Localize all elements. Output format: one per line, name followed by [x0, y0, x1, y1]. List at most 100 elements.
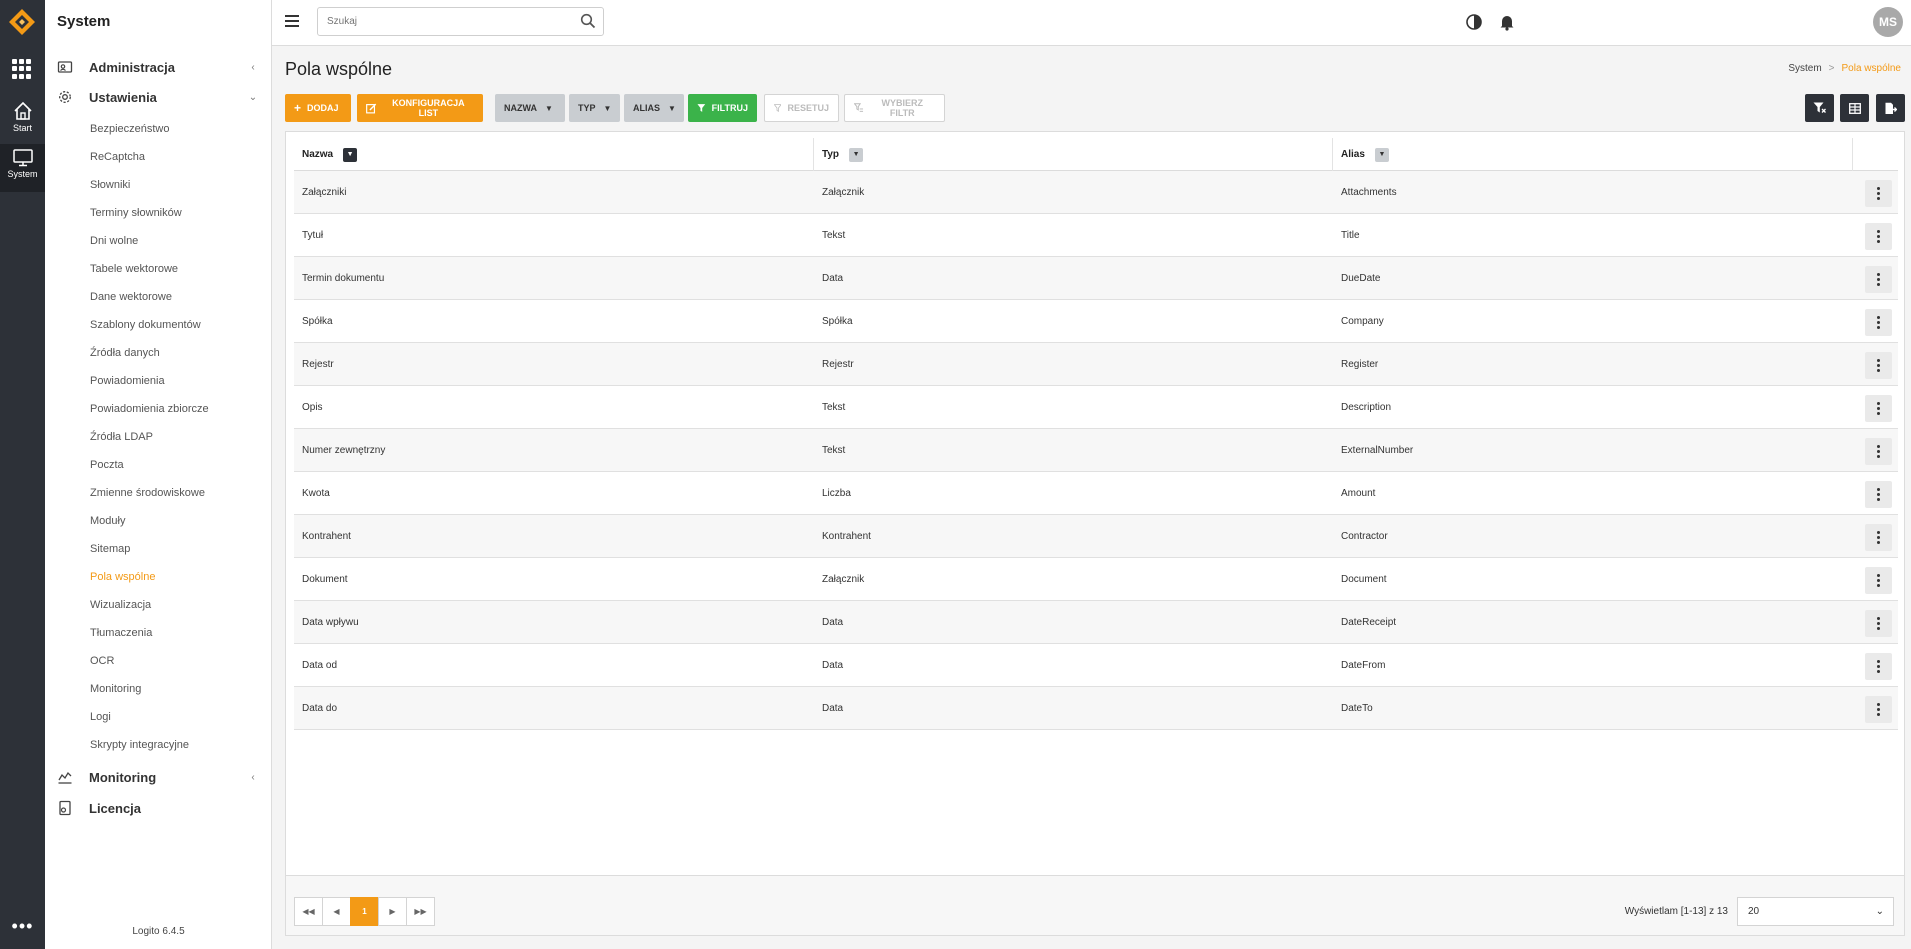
add-button[interactable]: + DODAJ	[285, 94, 351, 122]
row-actions-button[interactable]	[1865, 309, 1892, 336]
row-actions-button[interactable]	[1865, 567, 1892, 594]
sidebar-group-label: Administracja	[89, 59, 175, 75]
row-actions-button[interactable]	[1865, 180, 1892, 207]
user-avatar[interactable]: MS	[1873, 7, 1903, 37]
sidebar-item-tabele-wektorowe[interactable]: Tabele wektorowe	[45, 255, 272, 283]
filter-button-label: FILTRUJ	[711, 103, 748, 113]
sidebar-item-dane-wektorowe[interactable]: Dane wektorowe	[45, 283, 272, 311]
search-input[interactable]	[318, 8, 568, 35]
sidebar-item-pola-wspolne[interactable]: Pola wspólne	[45, 563, 272, 591]
row-actions-button[interactable]	[1865, 395, 1892, 422]
sidebar-item-powiadomienia-zbiorcze[interactable]: Powiadomienia zbiorcze	[45, 395, 272, 423]
page-button-current[interactable]: 1	[350, 897, 379, 926]
filter-button[interactable]: FILTRUJ	[688, 94, 757, 122]
hamburger-menu-icon[interactable]	[285, 15, 299, 27]
export-button[interactable]	[1876, 94, 1905, 122]
table-row[interactable]: Kwota Liczba Amount	[294, 472, 1898, 515]
table-row[interactable]: Data od Data DateFrom	[294, 644, 1898, 687]
sidebar-item-logi[interactable]: Logi	[45, 703, 272, 731]
search-icon[interactable]	[580, 13, 596, 29]
sidebar-group-administracja[interactable]: Administracja ‹	[45, 54, 272, 80]
sidebar-item-powiadomienia[interactable]: Powiadomienia	[45, 367, 272, 395]
table-row[interactable]: Kontrahent Kontrahent Contractor	[294, 515, 1898, 558]
column-alias-dropdown[interactable]: ALIAS ▼	[624, 94, 684, 122]
sidebar-item-skrypty-integracyjne[interactable]: Skrypty integracyjne	[45, 731, 272, 759]
kebab-menu-icon	[1877, 401, 1880, 416]
sort-icon[interactable]: ▼	[1374, 147, 1389, 162]
last-page-button[interactable]: ▶▶	[406, 897, 435, 926]
sidebar-item-bezpieczenstwo[interactable]: Bezpieczeństwo	[45, 115, 272, 143]
row-actions-button[interactable]	[1865, 481, 1892, 508]
table-row[interactable]: Dokument Załącznik Document	[294, 558, 1898, 601]
row-actions-button[interactable]	[1865, 438, 1892, 465]
table-row[interactable]: Data wpływu Data DateReceipt	[294, 601, 1898, 644]
sidebar-item-tlumaczenia[interactable]: Tłumaczenia	[45, 619, 272, 647]
bell-icon[interactable]	[1498, 13, 1516, 31]
pagination: ◀◀ ◀ 1 ▶ ▶▶	[294, 897, 435, 926]
sidebar-group-licencja[interactable]: Licencja	[45, 795, 272, 821]
choose-filter-button[interactable]: WYBIERZ FILTR	[844, 94, 945, 122]
rail-item-system[interactable]: System	[0, 144, 45, 192]
sidebar-item-wizualizacja[interactable]: Wizualizacja	[45, 591, 272, 619]
sidebar-item-monitoring[interactable]: Monitoring	[45, 675, 272, 703]
prev-page-button[interactable]: ◀	[322, 897, 351, 926]
table-row[interactable]: Opis Tekst Description	[294, 386, 1898, 429]
page-size-value: 20	[1748, 906, 1760, 917]
column-typ-dropdown[interactable]: TYP ▼	[569, 94, 620, 122]
row-actions-button[interactable]	[1865, 696, 1892, 723]
topbar-actions: MS	[1411, 0, 1911, 46]
sidebar-item-szablony-dokumentow[interactable]: Szablony dokumentów	[45, 311, 272, 339]
more-icon[interactable]: •••	[0, 917, 45, 935]
sidebar-item-terminy-slownikow[interactable]: Terminy słowników	[45, 199, 272, 227]
reset-button[interactable]: RESETUJ	[764, 94, 839, 122]
row-actions-button[interactable]	[1865, 653, 1892, 680]
sidebar-group-ustawienia[interactable]: Ustawienia ⌄	[45, 84, 272, 110]
sidebar-item-poczta[interactable]: Poczta	[45, 451, 272, 479]
column-header-alias[interactable]: Alias ▼	[1333, 138, 1853, 171]
contrast-toggle-icon[interactable]	[1465, 13, 1483, 31]
column-header-typ[interactable]: Typ ▼	[814, 138, 1333, 171]
sidebar-group-label: Licencja	[89, 800, 142, 816]
row-actions-button[interactable]	[1865, 352, 1892, 379]
table-row[interactable]: Spółka Spółka Company	[294, 300, 1898, 343]
clear-filters-button[interactable]	[1805, 94, 1834, 122]
sidebar-item-zmienne-srodowiskowe[interactable]: Zmienne środowiskowe	[45, 479, 272, 507]
next-page-button[interactable]: ▶	[378, 897, 407, 926]
list-config-button[interactable]: KONFIGURACJA LIST	[357, 94, 483, 122]
table-row[interactable]: Termin dokumentu Data DueDate	[294, 257, 1898, 300]
breadcrumb-root[interactable]: System	[1788, 63, 1821, 74]
sidebar-item-zrodla-danych[interactable]: Źródła danych	[45, 339, 272, 367]
sidebar-item-dni-wolne[interactable]: Dni wolne	[45, 227, 272, 255]
sidebar-item-ocr[interactable]: OCR	[45, 647, 272, 675]
sidebar-item-slowniki[interactable]: Słowniki	[45, 171, 272, 199]
apps-grid-icon[interactable]	[12, 59, 32, 79]
sidebar-item-recaptcha[interactable]: ReCaptcha	[45, 143, 272, 171]
table-row[interactable]: Numer zewnętrzny Tekst ExternalNumber	[294, 429, 1898, 472]
sidebar-item-moduly[interactable]: Moduły	[45, 507, 272, 535]
sort-icon[interactable]: ▼	[849, 147, 864, 162]
row-actions-button[interactable]	[1865, 223, 1892, 250]
table-row[interactable]: Data do Data DateTo	[294, 687, 1898, 730]
page-size-select[interactable]: 20 ⌄	[1737, 897, 1894, 926]
table-view-button[interactable]	[1840, 94, 1869, 122]
sidebar-item-sitemap[interactable]: Sitemap	[45, 535, 272, 563]
cell-alias: DateReceipt	[1341, 617, 1397, 628]
row-actions-button[interactable]	[1865, 266, 1892, 293]
column-nazwa-dropdown[interactable]: NAZWA ▼	[495, 94, 565, 122]
table-row[interactable]: Tytuł Tekst Title	[294, 214, 1898, 257]
logito-logo-icon[interactable]	[8, 8, 36, 36]
sidebar-item-zrodla-ldap[interactable]: Źródła LDAP	[45, 423, 272, 451]
cell-nazwa: Data do	[302, 703, 338, 714]
rail-item-start[interactable]: Start	[0, 96, 45, 144]
row-actions-button[interactable]	[1865, 610, 1892, 637]
table-icon	[1848, 102, 1861, 114]
table-row[interactable]: Rejestr Rejestr Register	[294, 343, 1898, 386]
sort-desc-icon[interactable]: ▼	[343, 147, 358, 162]
column-header-nazwa[interactable]: Nazwa ▼	[294, 138, 814, 171]
row-actions-button[interactable]	[1865, 524, 1892, 551]
sidebar-group-monitoring[interactable]: Monitoring ‹	[45, 764, 272, 790]
first-page-button[interactable]: ◀◀	[294, 897, 323, 926]
search-box	[317, 7, 604, 36]
table-row[interactable]: Załączniki Załącznik Attachments	[294, 171, 1898, 214]
cell-nazwa: Spółka	[302, 316, 333, 327]
